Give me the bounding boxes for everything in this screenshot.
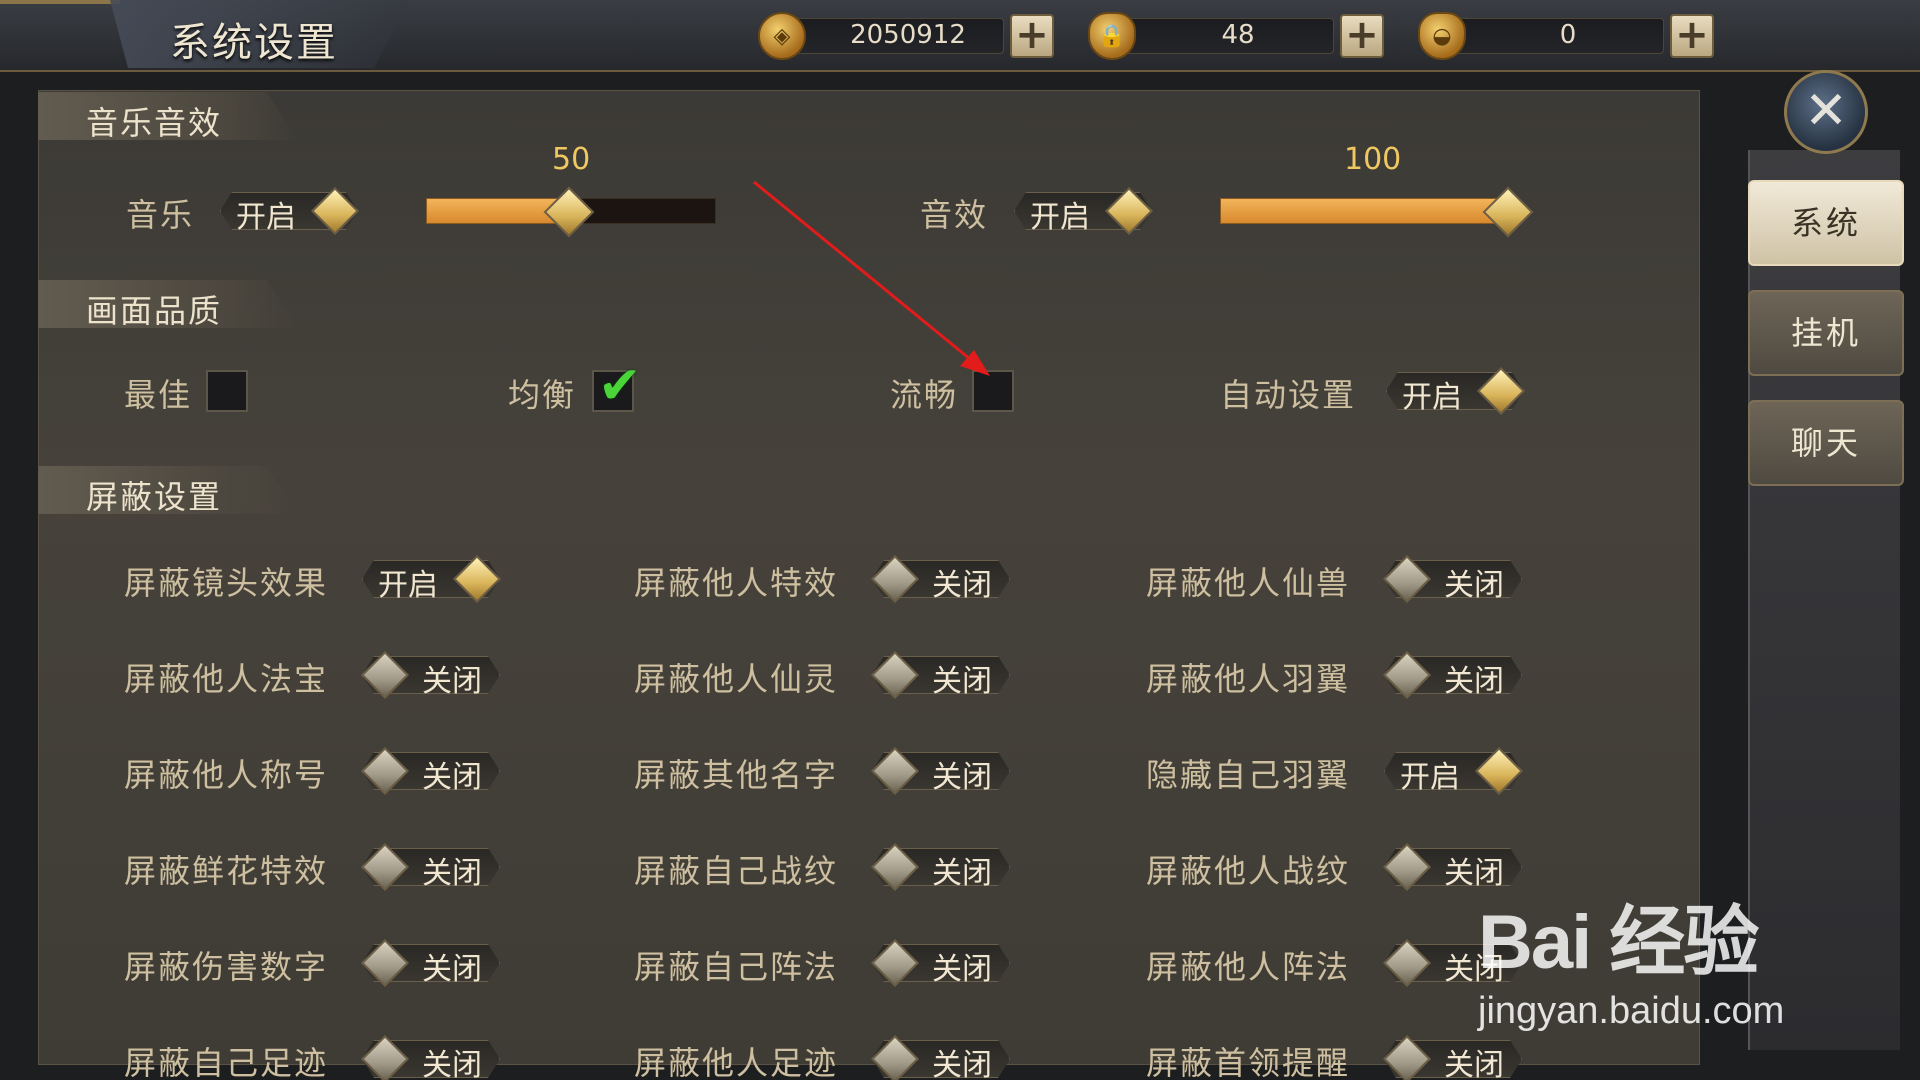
shield-option-label: 屏蔽自己阵法 xyxy=(634,948,839,986)
shield-toggle-text: 关闭 xyxy=(932,1048,992,1080)
shield-option-toggle[interactable]: 关闭 xyxy=(356,650,506,700)
shield-toggle-text: 关闭 xyxy=(422,952,482,987)
shield-option-toggle[interactable]: 关闭 xyxy=(1378,938,1528,988)
shield-toggle-text: 开启 xyxy=(378,568,438,603)
shield-option-label: 屏蔽他人阵法 xyxy=(1146,948,1351,986)
quality-smooth-checkbox[interactable] xyxy=(972,370,1014,412)
quality-balanced-checkbox[interactable]: ✔ xyxy=(592,356,642,416)
music-volume-slider[interactable] xyxy=(426,186,716,238)
quality-best-checkbox[interactable] xyxy=(206,370,248,412)
shield-toggle-text: 关闭 xyxy=(422,1048,482,1080)
close-x-icon: ✕ xyxy=(1804,81,1848,141)
sfx-volume-slider[interactable] xyxy=(1220,186,1534,238)
side-tabs: 系统 挂机 聊天 xyxy=(1740,140,1910,1070)
music-volume-value: 50 xyxy=(552,142,591,177)
shield-toggle-text: 开启 xyxy=(1400,760,1460,795)
shield-toggle-text: 关闭 xyxy=(422,664,482,699)
sfx-toggle-text: 开启 xyxy=(1030,200,1090,235)
add-gold-button[interactable]: + xyxy=(1670,14,1714,58)
shield-toggle-text: 关闭 xyxy=(1444,664,1504,699)
shield-toggle-text: 关闭 xyxy=(1444,856,1504,891)
shield-option-toggle[interactable]: 开启 xyxy=(356,554,506,604)
copper-amount: 2050912 xyxy=(850,20,966,50)
shield-toggle-text: 关闭 xyxy=(932,952,992,987)
tab-idle[interactable]: 挂机 xyxy=(1748,290,1904,376)
top-bar: 系统设置 ◈ 2050912 + 🔒 48 + ◒ 0 + xyxy=(0,0,1920,72)
music-toggle[interactable]: 开启 xyxy=(214,186,364,236)
sfx-toggle[interactable]: 开启 xyxy=(1008,186,1158,236)
shield-option-toggle[interactable]: 关闭 xyxy=(866,1034,1016,1080)
section-header-shield: 屏蔽设置 xyxy=(38,466,298,514)
shield-option-toggle[interactable]: 关闭 xyxy=(356,938,506,988)
shield-option-toggle[interactable]: 开启 xyxy=(1378,746,1528,796)
shield-toggle-text: 关闭 xyxy=(422,856,482,891)
add-copper-button[interactable]: + xyxy=(1010,14,1054,58)
shield-option-toggle[interactable]: 关闭 xyxy=(356,1034,506,1080)
sfx-volume-fill xyxy=(1220,198,1510,224)
shield-option-toggle[interactable]: 关闭 xyxy=(1378,842,1528,892)
tab-system[interactable]: 系统 xyxy=(1748,180,1904,266)
shield-option-label: 屏蔽伤害数字 xyxy=(124,948,329,986)
shield-option-label: 屏蔽自己战纹 xyxy=(634,852,839,890)
quality-best-label: 最佳 xyxy=(124,376,193,414)
shield-option-label: 屏蔽镜头效果 xyxy=(124,564,329,602)
shield-option-label: 屏蔽他人称号 xyxy=(124,756,329,794)
shield-option-toggle[interactable]: 关闭 xyxy=(866,650,1016,700)
locked-gold-amount: 48 xyxy=(1221,20,1255,50)
checkmark-icon: ✔ xyxy=(598,356,642,416)
shield-option-toggle[interactable]: 关闭 xyxy=(1378,1034,1528,1080)
auto-setting-toggle-text: 开启 xyxy=(1402,380,1462,415)
shield-option-label: 屏蔽他人足迹 xyxy=(634,1044,839,1080)
shield-option-toggle[interactable]: 关闭 xyxy=(356,746,506,796)
music-label: 音乐 xyxy=(126,196,195,234)
locked-gold-ingot-icon: 🔒 xyxy=(1088,12,1136,60)
shield-option-label: 屏蔽首领提醒 xyxy=(1146,1044,1351,1080)
gold-amount: 0 xyxy=(1559,20,1577,50)
shield-option-label: 屏蔽他人仙兽 xyxy=(1146,564,1351,602)
section-header-audio: 音乐音效 xyxy=(38,92,298,140)
shield-option-toggle[interactable]: 关闭 xyxy=(866,746,1016,796)
shield-toggle-text: 关闭 xyxy=(932,568,992,603)
shield-toggle-text: 关闭 xyxy=(1444,568,1504,603)
copper-coin-icon: ◈ xyxy=(758,12,806,60)
shield-toggle-text: 关闭 xyxy=(1444,952,1504,987)
shield-option-label: 屏蔽他人仙灵 xyxy=(634,660,839,698)
section-header-quality: 画面品质 xyxy=(38,280,298,328)
shield-option-toggle[interactable]: 关闭 xyxy=(1378,650,1528,700)
shield-toggle-text: 关闭 xyxy=(932,856,992,891)
sfx-label: 音效 xyxy=(920,196,989,234)
shield-option-toggle[interactable]: 关闭 xyxy=(866,938,1016,988)
add-locked-gold-button[interactable]: + xyxy=(1340,14,1384,58)
shield-option-label: 屏蔽其他名字 xyxy=(634,756,839,794)
shield-option-toggle[interactable]: 关闭 xyxy=(356,842,506,892)
auto-setting-toggle[interactable]: 开启 xyxy=(1380,366,1530,416)
auto-setting-label: 自动设置 xyxy=(1220,376,1357,414)
shield-option-label: 屏蔽他人法宝 xyxy=(124,660,329,698)
quality-smooth-label: 流畅 xyxy=(890,376,959,414)
page-title: 系统设置 xyxy=(170,20,338,66)
shield-option-label: 屏蔽他人战纹 xyxy=(1146,852,1351,890)
shield-option-label: 屏蔽自己足迹 xyxy=(124,1044,329,1080)
shield-toggle-text: 关闭 xyxy=(1444,1048,1504,1080)
shield-option-toggle[interactable]: 关闭 xyxy=(866,842,1016,892)
shield-option-label: 屏蔽他人羽翼 xyxy=(1146,660,1351,698)
shield-option-toggle[interactable]: 关闭 xyxy=(1378,554,1528,604)
shield-option-label: 屏蔽鲜花特效 xyxy=(124,852,329,890)
shield-toggle-text: 关闭 xyxy=(422,760,482,795)
shield-toggle-text: 关闭 xyxy=(932,664,992,699)
music-toggle-text: 开启 xyxy=(236,200,296,235)
shield-option-toggle[interactable]: 关闭 xyxy=(866,554,1016,604)
gold-ingot-icon: ◒ xyxy=(1418,12,1466,60)
corner-ornament-left xyxy=(0,0,120,70)
shield-toggle-text: 关闭 xyxy=(932,760,992,795)
shield-option-label: 屏蔽他人特效 xyxy=(634,564,839,602)
sfx-volume-value: 100 xyxy=(1344,142,1402,177)
quality-balanced-label: 均衡 xyxy=(508,376,577,414)
tab-chat[interactable]: 聊天 xyxy=(1748,400,1904,486)
shield-option-label: 隐藏自己羽翼 xyxy=(1146,756,1351,794)
